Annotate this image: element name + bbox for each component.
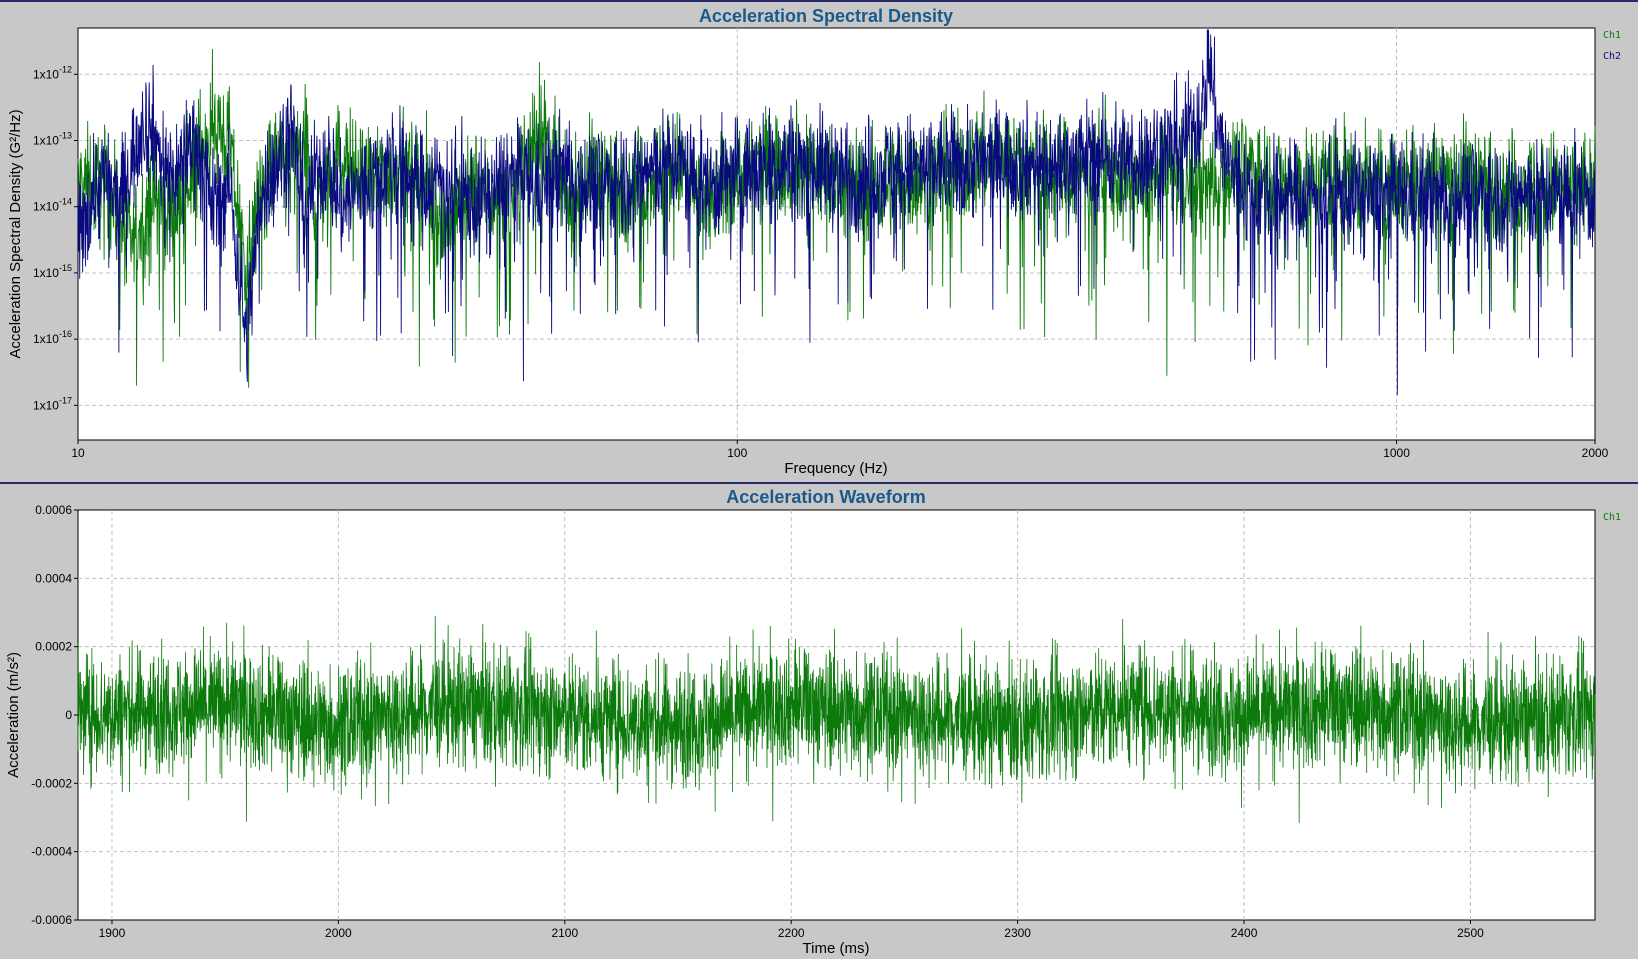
y-tick-exponent: -14 bbox=[59, 197, 72, 207]
legend-entry-ch1: Ch1 bbox=[1603, 30, 1621, 41]
y-tick-exponent: -16 bbox=[59, 329, 72, 339]
x-tick-label: 10 bbox=[71, 446, 85, 460]
y-tick-mantissa: 1x10 bbox=[33, 67, 59, 81]
y-tick-label: -0.0002 bbox=[31, 776, 72, 790]
x-tick-label: 2000 bbox=[1582, 446, 1609, 460]
y-tick-mantissa: 1x10 bbox=[33, 398, 59, 412]
chart-canvas: 10 100 1000 20001x10-121x10-131x10-141x10-1… bbox=[0, 0, 1638, 959]
legend-entry-ch2: Ch2 bbox=[1603, 51, 1621, 62]
x-tick-label: 2100 bbox=[551, 926, 578, 940]
y-tick-exponent: -15 bbox=[59, 263, 72, 273]
x-tick-label: 2500 bbox=[1457, 926, 1484, 940]
asd-x-axis-label: Frequency (Hz) bbox=[784, 460, 887, 477]
asd-y-axis-label: Acceleration Spectral Density (G²/Hz) bbox=[7, 109, 24, 358]
waveform-y-axis-label: Acceleration (m/s²) bbox=[5, 652, 22, 778]
chart-window: 10 100 1000 2000 1x10-12 1x10-13 1x10-14 1x10-1… bbox=[0, 0, 1638, 959]
y-tick-exponent: -13 bbox=[59, 131, 72, 141]
asd-title: Acceleration Spectral Density bbox=[699, 6, 953, 26]
waveform-x-axis-label: Time (ms) bbox=[803, 940, 870, 957]
x-tick-label: 2200 bbox=[778, 926, 805, 940]
y-tick-exponent: -17 bbox=[59, 395, 72, 405]
y-tick-label: 0.0004 bbox=[35, 571, 72, 585]
x-tick-label: 2300 bbox=[1004, 926, 1031, 940]
waveform-legend: Ch1 bbox=[1603, 512, 1621, 523]
x-tick-label: 100 bbox=[727, 446, 747, 460]
x-tick-label: 1900 bbox=[99, 926, 126, 940]
x-tick-label: 2000 bbox=[325, 926, 352, 940]
y-tick-mantissa: 1x10 bbox=[33, 266, 59, 280]
y-tick-label: 0.0006 bbox=[35, 503, 72, 517]
y-tick-label: 0 bbox=[65, 708, 72, 722]
y-tick-exponent: -12 bbox=[59, 64, 72, 74]
y-tick-label: 0.0002 bbox=[35, 640, 72, 654]
y-tick-label: -0.0006 bbox=[31, 913, 72, 927]
legend-entry-ch1: Ch1 bbox=[1603, 512, 1621, 523]
y-tick-mantissa: 1x10 bbox=[33, 332, 59, 346]
asd-panel: 10 100 1000 20001x10-121x10-131x10-141x10-1… bbox=[7, 6, 1621, 477]
waveform-panel: 1900 2000 2100 2200 2300 2400 2500 0.0006 0.0004… bbox=[5, 487, 1621, 957]
y-tick-label: -0.0004 bbox=[31, 845, 72, 859]
y-tick-mantissa: 1x10 bbox=[33, 134, 59, 148]
x-tick-label: 2400 bbox=[1231, 926, 1258, 940]
waveform-title: Acceleration Waveform bbox=[726, 487, 925, 507]
y-tick-mantissa: 1x10 bbox=[33, 200, 59, 214]
x-tick-label: 1000 bbox=[1383, 446, 1410, 460]
